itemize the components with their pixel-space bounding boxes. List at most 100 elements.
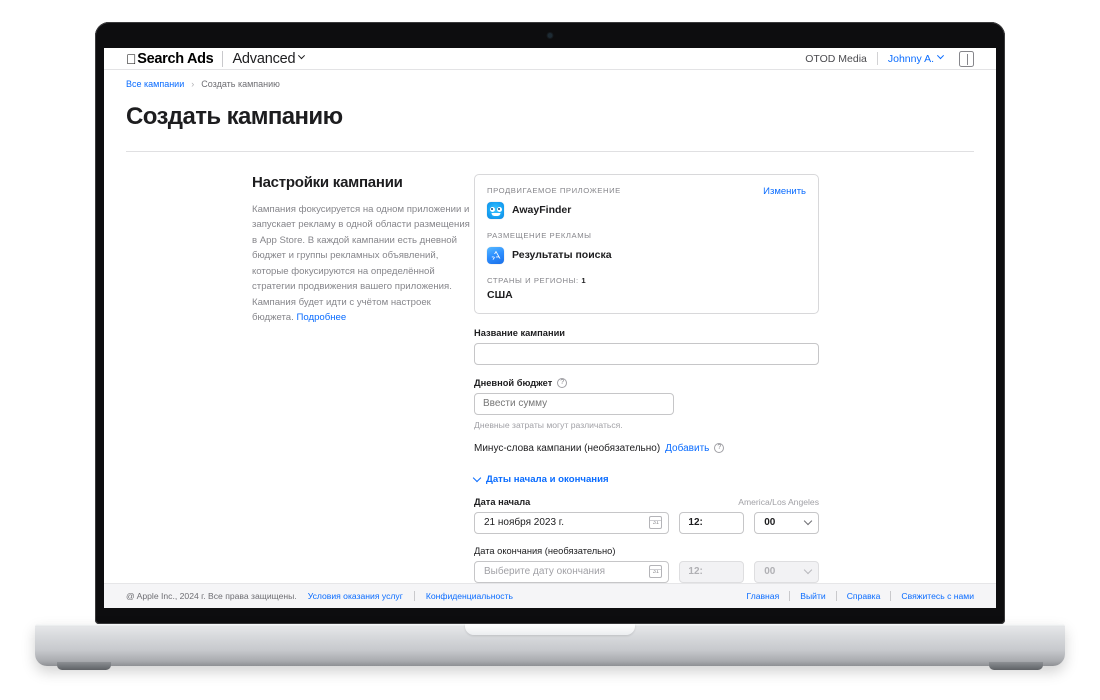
form-column: Изменить ПРОДВИГАЕМОЕ ПРИЛОЖЕНИЕ AwayFin… xyxy=(472,173,819,583)
tier-selector[interactable]: Advanced xyxy=(222,50,306,67)
page-footer: @ Apple Inc., 2024 г. Все права защищены… xyxy=(104,582,996,608)
brand-label: Search Ads xyxy=(127,50,214,67)
brand-group[interactable]: Search Ads Advanced xyxy=(126,50,306,67)
top-right-group: OTOD Media Johnny A. xyxy=(805,50,974,67)
end-hour-value: 12: xyxy=(688,566,703,578)
end-minute-select: 00 xyxy=(754,560,819,583)
footer-divider xyxy=(789,590,791,601)
calendar-icon[interactable]: 31 xyxy=(649,565,663,579)
footer-left: @ Apple Inc., 2024 г. Все права защищены… xyxy=(126,590,513,601)
footer-divider xyxy=(413,590,415,601)
laptop-foot-right xyxy=(989,662,1043,670)
apple-logo-icon:  xyxy=(126,52,137,66)
daily-budget-label-text: Дневной бюджет xyxy=(474,377,553,388)
countries-label: СТРАНЫ И РЕГИОНЫ: 1 xyxy=(487,276,806,285)
promoted-app-label: ПРОДВИГАЕМОЕ ПРИЛОЖЕНИЕ xyxy=(487,185,621,195)
calendar-day: 31 xyxy=(652,520,660,527)
calendar-day: 31 xyxy=(652,569,660,576)
section-description-text: Кампания фокусируется на одном приложени… xyxy=(252,203,470,324)
daily-budget-label: Дневной бюджет ? xyxy=(474,377,819,388)
footer-divider xyxy=(890,590,892,601)
start-hour-input[interactable]: 12: xyxy=(679,511,745,534)
end-date-row: Выберите дату окончания 31 12: 00 xyxy=(474,560,819,583)
start-minute-select[interactable]: 00 xyxy=(754,511,819,534)
web-page: Search Ads Advanced OTOD Media Johnny A… xyxy=(104,48,996,608)
end-minute-value: 00 xyxy=(764,566,776,578)
chevron-down-icon xyxy=(803,565,813,575)
awayfinder-app-icon xyxy=(487,201,504,219)
laptop-foot-left xyxy=(57,662,111,670)
ad-placement-row: Результаты поиска xyxy=(487,246,806,264)
webcam-icon xyxy=(547,33,553,38)
laptop-lid: Search Ads Advanced OTOD Media Johnny A… xyxy=(95,22,1005,624)
top-divider xyxy=(876,52,878,66)
start-minute-value: 00 xyxy=(764,517,776,529)
footer-right: Главная Выйти Справка Свяжитесь с нами xyxy=(747,590,974,601)
ad-placement-name: Результаты поиска xyxy=(512,249,612,262)
calendar-icon[interactable]: 31 xyxy=(649,516,663,530)
campaign-name-label: Название кампании xyxy=(474,328,819,338)
negative-keywords-row: Минус-слова кампании (необязательно) Доб… xyxy=(474,443,819,454)
daily-budget-input[interactable] xyxy=(474,392,674,415)
campaign-summary-card: Изменить ПРОДВИГАЕМОЕ ПРИЛОЖЕНИЕ AwayFin… xyxy=(474,173,819,314)
base-notch xyxy=(465,624,635,635)
timezone-label: America/Los Angeles xyxy=(738,496,819,507)
end-date-label: Дата окончания (необязательно) xyxy=(474,545,616,556)
dates-disclosure-toggle[interactable]: Даты начала и окончания xyxy=(472,473,819,485)
chevron-down-icon xyxy=(936,52,945,60)
page-title: Создать кампанию xyxy=(126,103,343,131)
app-store-icon xyxy=(487,246,504,264)
main-content: Настройки кампании Кампания фокусируется… xyxy=(104,152,996,583)
promoted-app-row: AwayFinder xyxy=(487,201,806,219)
start-date-row: 21 ноября 2023 г. 31 12: 00 xyxy=(474,511,819,534)
campaign-name-input[interactable] xyxy=(474,342,819,365)
chevron-down-icon xyxy=(803,516,813,526)
campaign-form: Название кампании Дневной бюджет ? Дневн… xyxy=(472,328,819,583)
breadcrumb: Все кампании › Создать кампанию xyxy=(104,70,996,89)
section-heading: Настройки кампании xyxy=(252,173,403,191)
description-column: Настройки кампании Кампания фокусируется… xyxy=(104,174,474,583)
top-navigation-bar: Search Ads Advanced OTOD Media Johnny A… xyxy=(104,48,996,71)
negative-keywords-label: Минус-слова кампании (необязательно) xyxy=(474,442,661,454)
start-hour-value: 12: xyxy=(688,517,703,529)
tier-label: Advanced xyxy=(222,50,295,67)
start-date-value: 21 ноября 2023 г. xyxy=(484,517,564,529)
countries-count: 1 xyxy=(581,275,587,285)
footer-contact-link[interactable]: Свяжитесь с нами xyxy=(901,591,974,601)
start-date-header: Дата начала America/Los Angeles xyxy=(474,497,819,507)
question-circle-icon[interactable]: ? xyxy=(557,377,568,388)
laptop-base xyxy=(35,624,1065,670)
account-name: OTOD Media xyxy=(805,52,867,65)
countries-value: США xyxy=(487,288,513,301)
sidebar-panel-icon[interactable] xyxy=(959,50,974,67)
learn-more-link[interactable]: Подробнее xyxy=(296,312,346,323)
footer-divider xyxy=(835,590,837,601)
end-date-input[interactable]: Выберите дату окончания 31 xyxy=(474,560,670,583)
question-circle-icon[interactable]: ? xyxy=(714,443,725,454)
footer-privacy-link[interactable]: Конфиденциальность xyxy=(426,591,513,601)
breadcrumb-link-all-campaigns[interactable]: Все кампании xyxy=(126,79,184,89)
promoted-app-name: AwayFinder xyxy=(512,204,572,217)
chevron-down-icon xyxy=(472,473,482,482)
footer-signout-link[interactable]: Выйти xyxy=(800,591,825,601)
end-hour-input: 12: xyxy=(679,560,745,583)
footer-terms-link[interactable]: Условия оказания услуг xyxy=(308,591,403,601)
campaign-name-label-text: Название кампании xyxy=(474,327,565,338)
footer-help-link[interactable]: Справка xyxy=(847,591,881,601)
breadcrumb-current: Создать кампанию xyxy=(201,79,280,90)
start-date-label: Дата начала xyxy=(474,496,531,507)
ad-placement-label: РАЗМЕЩЕНИЕ РЕКЛАМЫ xyxy=(487,230,592,240)
daily-budget-hint: Дневные затраты могут различаться. xyxy=(474,419,623,430)
end-date-placeholder: Выберите дату окончания xyxy=(484,566,606,578)
add-negative-keywords-link[interactable]: Добавить xyxy=(665,443,709,454)
countries-label-text: СТРАНЫ И РЕГИОНЫ: xyxy=(487,275,579,285)
laptop-screen: Search Ads Advanced OTOD Media Johnny A… xyxy=(104,48,996,608)
footer-copyright: @ Apple Inc., 2024 г. Все права защищены… xyxy=(126,590,297,601)
brand-title: Search Ads xyxy=(126,50,214,67)
user-menu[interactable]: Johnny A. xyxy=(888,52,945,65)
start-date-input[interactable]: 21 ноября 2023 г. 31 xyxy=(474,511,670,534)
edit-link[interactable]: Изменить xyxy=(763,186,806,197)
footer-home-link[interactable]: Главная xyxy=(747,591,780,601)
brand-divider xyxy=(222,50,224,67)
screenshot-stage: Search Ads Advanced OTOD Media Johnny A… xyxy=(0,0,1100,700)
